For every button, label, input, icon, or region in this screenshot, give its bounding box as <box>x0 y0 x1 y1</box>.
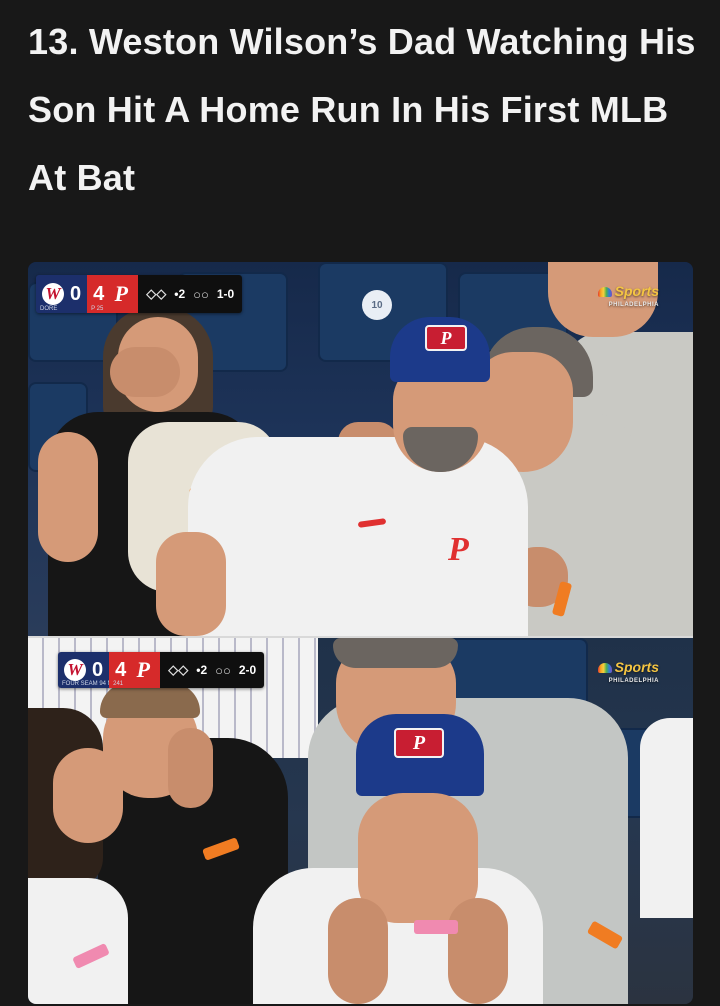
article-image: 10 P P W 0 DORE 4 P P 25 ◇◇ •2 ○○ 1-0 Sp… <box>28 262 693 1004</box>
away-team-panel: W 0 FOUR SEAM 94 MPH <box>58 652 121 688</box>
outs-indicator: •2 <box>174 287 186 301</box>
home-team-panel: 4 P 241 <box>109 652 161 688</box>
away-team-panel: W 0 DORE <box>36 275 88 313</box>
home-subinfo: P 25 <box>91 306 104 312</box>
seat-number-badge: 10 <box>362 290 392 320</box>
article-headline: 13. Weston Wilson’s Dad Watching His Son… <box>28 21 696 198</box>
bases-diamond-icon: ◇◇ <box>168 662 189 677</box>
ball-strike-count: 1-0 <box>216 287 235 301</box>
away-score: 0 <box>70 282 82 305</box>
network-region: PHILADELPHIA <box>608 678 659 684</box>
woman-hand-over-mouth <box>110 347 180 397</box>
gray-shirt-man-hair <box>333 638 458 668</box>
network-brand: Sports <box>614 283 659 299</box>
dad-forearm-right <box>448 898 508 1004</box>
phillies-p-logo-icon: P <box>394 728 444 758</box>
scoreboard-bottom: W 0 FOUR SEAM 94 MPH 4 P 241 ◇◇ •2 ○○ 2-… <box>58 652 265 688</box>
home-score: 4 <box>115 658 127 681</box>
woman-hair <box>100 683 200 718</box>
away-score: 0 <box>92 658 104 681</box>
home-subinfo: 241 <box>113 681 124 687</box>
nbc-peacock-icon <box>597 287 612 298</box>
dad-white-polo <box>188 437 528 636</box>
network-brand: Sports <box>614 659 659 675</box>
home-team-panel: 4 P P 25 <box>87 275 139 313</box>
woman-arm <box>38 432 98 562</box>
nationals-logo-icon: W <box>42 283 64 305</box>
broadcast-frame-bottom: P W 0 FOUR SEAM 94 MPH 4 P 241 ◇◇ •2 ○○ <box>28 638 693 1004</box>
right-edge-person <box>640 718 693 918</box>
game-state-panel: ◇◇ •2 ○○ 2-0 <box>160 652 265 688</box>
dad-forearm-left <box>328 898 388 1004</box>
phillies-p-logo-icon: P <box>425 325 467 351</box>
phillies-logo-icon: P <box>114 281 128 306</box>
game-state-panel: ◇◇ •2 ○○ 1-0 <box>138 275 243 313</box>
nbc-sports-watermark: Sports PHILADELPHIA <box>597 659 659 688</box>
nbc-sports-watermark: Sports PHILADELPHIA <box>597 283 659 312</box>
outs-dots-icon: ○○ <box>215 662 231 678</box>
phillies-logo-icon: P <box>136 657 150 682</box>
nbc-peacock-icon <box>597 663 612 674</box>
outs-dots-icon: ○○ <box>193 286 209 302</box>
pink-wristband <box>414 920 458 934</box>
girl-face <box>53 748 123 843</box>
scoreboard-top: W 0 DORE 4 P P 25 ◇◇ •2 ○○ 1-0 <box>36 275 243 313</box>
home-score: 4 <box>93 282 105 305</box>
network-region: PHILADELPHIA <box>608 302 659 308</box>
dad-arm <box>156 532 226 636</box>
outs-indicator: •2 <box>196 663 208 677</box>
woman-hand <box>168 728 213 808</box>
bases-diamond-icon: ◇◇ <box>146 286 167 301</box>
nationals-logo-icon: W <box>64 659 86 681</box>
away-subinfo: DORE <box>40 306 58 312</box>
ball-strike-count: 2-0 <box>238 663 257 677</box>
broadcast-frame-top: 10 P P W 0 DORE 4 P P 25 ◇◇ •2 ○○ 1-0 Sp… <box>28 262 693 636</box>
polo-p-logo-icon: P <box>448 531 469 568</box>
girl-white-top <box>28 878 128 1004</box>
